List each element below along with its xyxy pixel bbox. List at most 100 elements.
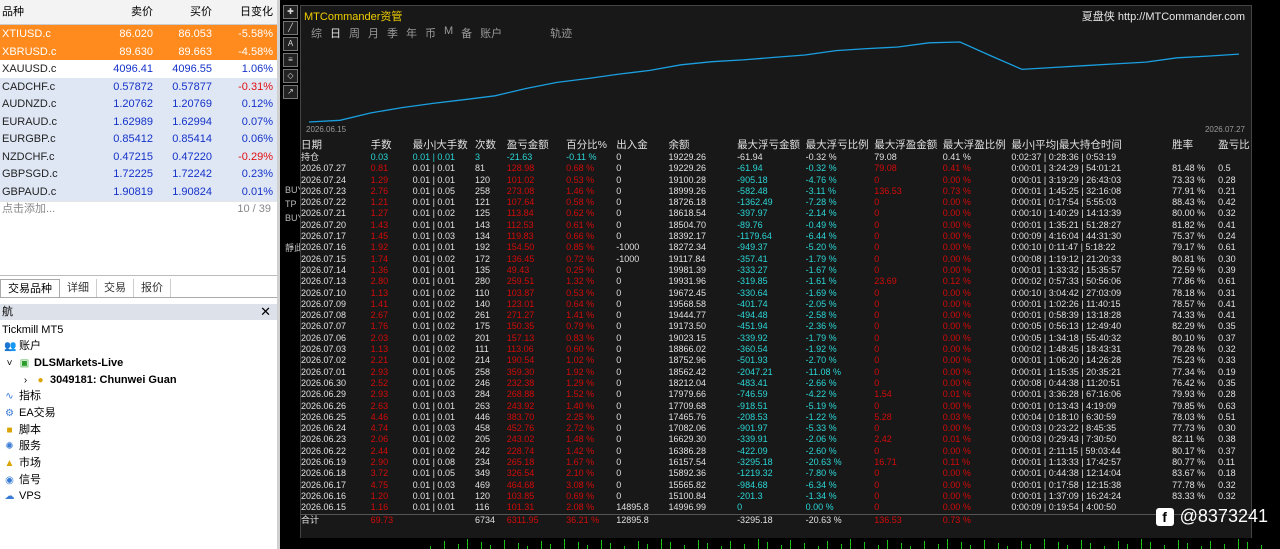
- market-watch-row[interactable]: EURAUD.c 1.62989 1.62994 0.07%: [0, 112, 277, 132]
- website-link[interactable]: 夏盘侠 http://MTCommander.com: [1082, 8, 1245, 24]
- table-cell: 78.03 %: [1172, 411, 1206, 422]
- column-header[interactable]: 盈亏金额: [507, 138, 566, 152]
- column-header[interactable]: 最小|大手数: [413, 138, 475, 152]
- table-cell: 79.93 %: [1172, 389, 1206, 400]
- table-row: 2026.07.20 1.43 0.01 | 0.01 143 112.53 0.61 %…: [301, 220, 1251, 231]
- volume-tick: [901, 543, 902, 549]
- ea-node[interactable]: ⚙ EA交易: [4, 405, 56, 421]
- table-cell: 1.02 %: [566, 355, 595, 366]
- line-icon[interactable]: ╱: [283, 21, 298, 35]
- table-cell: 0.00 %: [942, 208, 971, 219]
- channel-icon[interactable]: ≡: [283, 53, 298, 67]
- market-watch-row[interactable]: GBPSGD.c 1.72225 1.72242 0.23%: [0, 165, 277, 184]
- services-node[interactable]: ✺ 服务: [4, 438, 41, 454]
- market-watch-row[interactable]: XBRUSD.c 89.630 89.663 -4.58%: [0, 42, 277, 62]
- tab-ticks[interactable]: 报价: [134, 279, 171, 297]
- table-cell: 0:00:02 | 0:57:33 | 50:56:06: [1011, 276, 1122, 287]
- market-watch-row[interactable]: XAUUSD.c 4096.41 4096.55 1.06%: [0, 60, 277, 79]
- column-header[interactable]: 盈亏比: [1218, 138, 1251, 152]
- market-watch-row[interactable]: AUDNZD.c 1.20762 1.20769 0.12%: [0, 95, 277, 114]
- period-tab[interactable]: 季: [387, 25, 398, 41]
- volume-tick: [481, 542, 482, 549]
- period-tab[interactable]: 日: [330, 25, 341, 41]
- table-cell: 2026.07.27: [301, 163, 347, 174]
- crosshair-icon[interactable]: ✚: [283, 5, 298, 19]
- column-header[interactable]: 百分比%: [566, 138, 616, 152]
- period-tab[interactable]: 账户: [480, 25, 502, 41]
- market-node[interactable]: ▲ 市场: [4, 455, 41, 471]
- period-tab[interactable]: 币: [425, 25, 436, 41]
- col-ask[interactable]: 买价: [156, 0, 215, 24]
- volume-tick: [1118, 541, 1119, 549]
- script-icon: ■: [6, 424, 13, 436]
- broker-node[interactable]: Tickmill MT5: [2, 322, 63, 338]
- table-cell: 1.52 %: [566, 389, 595, 400]
- period-tab[interactable]: 周: [349, 25, 360, 41]
- market-watch-row[interactable]: EURGBP.c 0.85412 0.85414 0.06%: [0, 130, 277, 149]
- period-tab[interactable]: M: [444, 25, 453, 41]
- volume-tick: [758, 539, 759, 549]
- account-node[interactable]: › ● 3049181: Chunwei Guan: [20, 372, 177, 388]
- market-watch-row[interactable]: CADCHF.c 0.57872 0.57877 -0.31%: [0, 77, 277, 97]
- chevron-down-icon[interactable]: ˅: [4, 358, 15, 369]
- table-cell: 0: [874, 287, 880, 298]
- column-header[interactable]: 最大浮盈比例: [943, 138, 1012, 152]
- table-cell: 0.00 %: [942, 502, 971, 513]
- balance-curve-chart: [308, 41, 1240, 123]
- market-watch-row[interactable]: NZDCHF.c 0.47215 0.47220 -0.29%: [0, 147, 277, 167]
- col-bid[interactable]: 卖价: [97, 0, 156, 24]
- arrow-icon[interactable]: ↗: [283, 85, 298, 99]
- column-header[interactable]: 胜率: [1172, 138, 1218, 152]
- market-watch-row[interactable]: XTIUSD.c 86.020 86.053 -5.58%: [0, 25, 277, 44]
- table-cell: 0: [616, 276, 622, 287]
- table-cell: 2.93: [370, 389, 389, 400]
- period-tab[interactable]: 轨迹: [550, 25, 572, 41]
- table-cell: 0: [874, 253, 880, 264]
- tab-details[interactable]: 详细: [60, 279, 97, 297]
- services-icon: ✺: [5, 440, 14, 452]
- add-symbol-row: 点击添加... 10 / 39: [0, 200, 277, 218]
- column-header[interactable]: 次数: [475, 138, 507, 152]
- table-cell: 18752.96: [668, 355, 707, 366]
- volume-tick: [610, 543, 611, 549]
- scripts-node[interactable]: ■ 脚本: [4, 422, 41, 438]
- table-cell: 4.46: [370, 411, 389, 422]
- column-header[interactable]: 最大浮盈金额: [874, 138, 943, 152]
- table-row: 2026.06.16 1.20 0.01 | 0.01 120 103.85 0.69 %…: [301, 491, 1251, 502]
- column-header[interactable]: 日期: [301, 138, 371, 152]
- column-header[interactable]: 最大浮亏金额: [737, 138, 806, 152]
- signals-node[interactable]: ◉ 信号: [4, 472, 41, 488]
- table-cell: 0: [874, 479, 880, 490]
- services-label: 服务: [19, 440, 41, 452]
- table-cell: 1.40 %: [566, 400, 595, 411]
- ask-cell: 0.85414: [156, 130, 215, 149]
- period-tab[interactable]: 月: [368, 25, 379, 41]
- server-node[interactable]: ˅ ▣ DLSMarkets-Live: [4, 355, 124, 371]
- shapes-icon[interactable]: ◇: [283, 69, 298, 83]
- column-header[interactable]: 最小|平均|最大持仓时间: [1011, 138, 1172, 152]
- chevron-right-icon[interactable]: ›: [20, 375, 31, 386]
- table-cell: 0.01 %: [942, 434, 971, 445]
- tab-trading[interactable]: 交易: [97, 279, 134, 297]
- text-icon[interactable]: A: [283, 37, 298, 51]
- table-row: 2026.07.01 2.93 0.01 | 0.05 258 359.30 1.92 %…: [301, 367, 1251, 378]
- add-symbol-link[interactable]: 点击添加...: [2, 200, 55, 218]
- accounts-node[interactable]: 👥 账户: [4, 338, 41, 354]
- column-header[interactable]: 出入金: [616, 138, 668, 152]
- column-header[interactable]: 最大浮亏比例: [806, 138, 875, 152]
- column-header[interactable]: 手数: [371, 138, 413, 152]
- market-watch-row[interactable]: GBPAUD.c 1.90819 1.90824 0.01%: [0, 182, 277, 202]
- indicators-node[interactable]: ∿ 指标: [4, 388, 41, 404]
- tab-symbols[interactable]: 交易品种: [0, 279, 60, 297]
- vps-node[interactable]: ☁ VPS: [4, 488, 42, 504]
- period-tab[interactable]: 年: [406, 25, 417, 41]
- table-cell: 2026.07.02: [301, 355, 347, 366]
- table-cell: 0: [874, 208, 880, 219]
- col-symbol[interactable]: 品种: [0, 0, 97, 24]
- column-header[interactable]: 余额: [668, 138, 737, 152]
- col-change[interactable]: 日变化: [215, 0, 277, 24]
- period-tab[interactable]: 备: [461, 25, 472, 41]
- close-icon[interactable]: ✕: [260, 304, 271, 320]
- period-tab[interactable]: 综: [311, 25, 322, 41]
- table-cell: 12895.8: [616, 513, 669, 526]
